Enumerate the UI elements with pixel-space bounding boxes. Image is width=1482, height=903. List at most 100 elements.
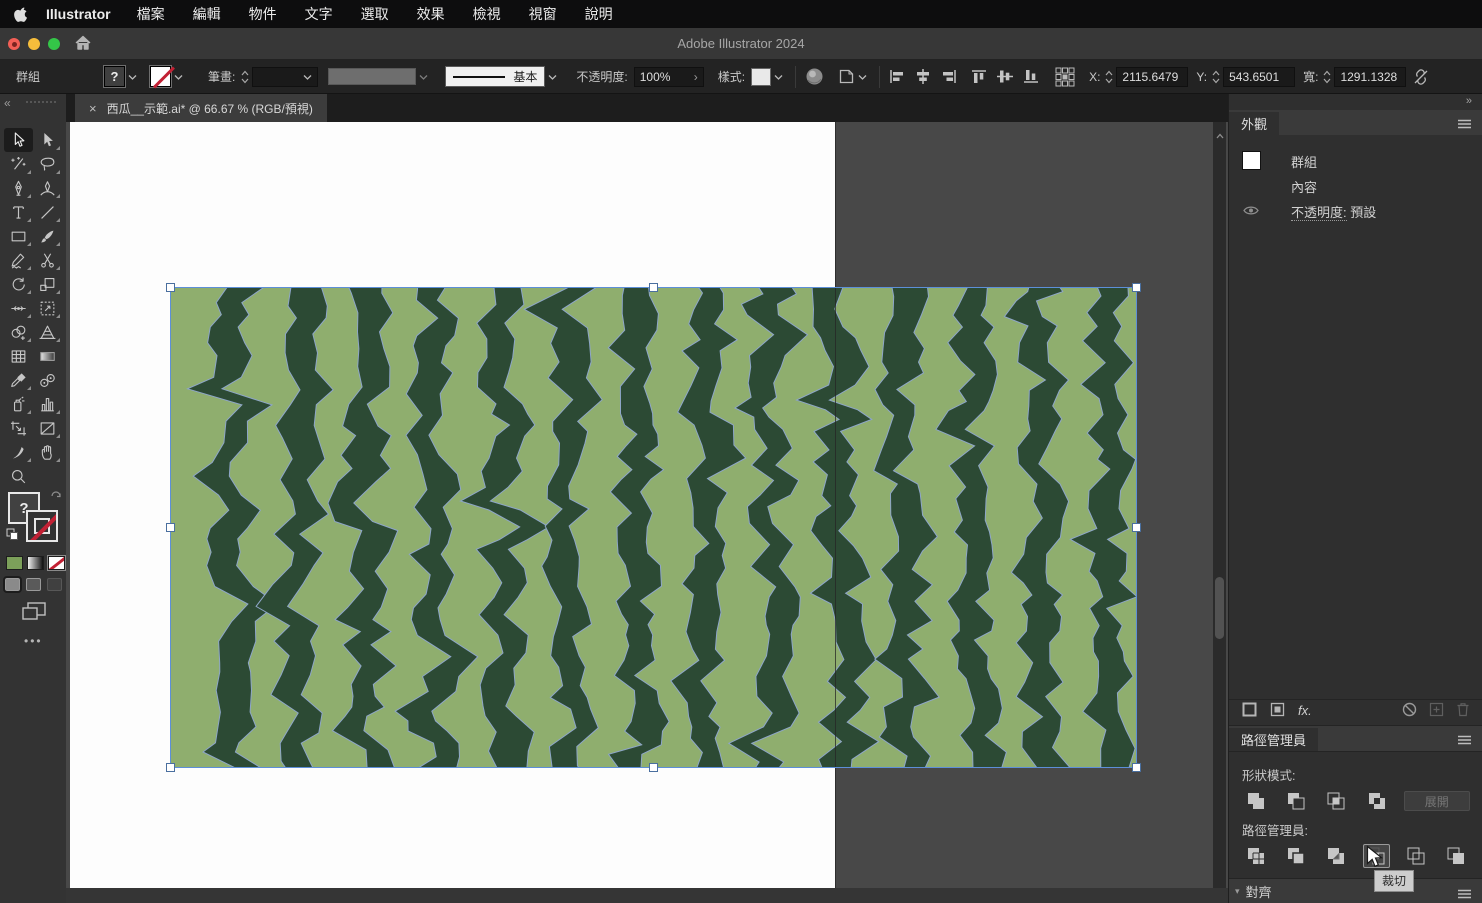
merge-button[interactable]	[1322, 844, 1349, 868]
scale-tool[interactable]	[33, 272, 62, 296]
document-setup-chevron[interactable]	[858, 70, 867, 84]
draw-normal-button[interactable]	[5, 578, 20, 591]
watermelon-pattern[interactable]	[170, 287, 1137, 768]
tab-pathfinder[interactable]: 路徑管理員	[1229, 728, 1318, 751]
visibility-eye-icon[interactable]	[1243, 204, 1259, 219]
fill-dropdown-chevron[interactable]	[128, 70, 137, 84]
hand-tool[interactable]	[33, 440, 62, 464]
default-fill-stroke-icon[interactable]	[6, 528, 19, 546]
fill-color-swatch[interactable]: ?	[104, 66, 125, 87]
menu-item-選取[interactable]: 選取	[361, 4, 389, 24]
zoom-tool[interactable]	[4, 464, 33, 488]
menu-item-編輯[interactable]: 編輯	[193, 4, 221, 24]
direct-selection-tool[interactable]	[33, 128, 62, 152]
align-top-icon[interactable]	[971, 69, 987, 84]
y-stepper[interactable]	[1212, 69, 1220, 85]
collapse-panels-icon[interactable]: »	[1466, 95, 1472, 107]
stroke-indicator[interactable]	[26, 510, 58, 542]
shape-builder-tool[interactable]	[4, 320, 33, 344]
appearance-row-contents[interactable]: 內容	[1229, 174, 1482, 199]
tab-align[interactable]: 對齊	[1246, 882, 1272, 901]
stroke-weight-stepper[interactable]	[241, 69, 249, 85]
width-profile-chevron[interactable]	[419, 70, 428, 84]
transform-grid-icon[interactable]	[1055, 67, 1075, 87]
appearance-row-group[interactable]: 群組	[1229, 149, 1482, 174]
appearance-menu-icon[interactable]	[1457, 117, 1472, 132]
handle-middle-right[interactable]	[1132, 523, 1141, 532]
trim-button[interactable]	[1282, 844, 1309, 868]
type-tool[interactable]	[4, 200, 33, 224]
handle-bottom-left[interactable]	[166, 763, 175, 772]
selected-artwork[interactable]	[170, 287, 1137, 768]
knife-tool[interactable]	[4, 440, 33, 464]
rectangle-tool[interactable]	[4, 224, 33, 248]
toolbar-grip[interactable]	[26, 101, 56, 104]
paintbrush-tool[interactable]	[33, 224, 62, 248]
line-segment-tool[interactable]	[33, 200, 62, 224]
recolor-artwork-icon[interactable]	[805, 67, 824, 86]
document-tab[interactable]: × 西瓜__示範.ai* @ 66.67 % (RGB/預視)	[75, 94, 327, 122]
lasso-tool[interactable]	[33, 152, 62, 176]
screen-mode-icon[interactable]	[22, 602, 46, 625]
menu-item-檢視[interactable]: 檢視	[473, 4, 501, 24]
align-left-icon[interactable]	[889, 69, 905, 84]
minus-back-button[interactable]	[1443, 844, 1470, 868]
menu-item-物件[interactable]: 物件	[249, 4, 277, 24]
brush-dropdown-chevron[interactable]	[548, 70, 557, 84]
symbol-sprayer-tool[interactable]	[4, 392, 33, 416]
add-effect-button[interactable]: fx.	[1298, 703, 1312, 718]
tab-appearance[interactable]: 外觀	[1229, 112, 1279, 135]
minus-front-button[interactable]	[1282, 789, 1309, 813]
opacity-menu-arrow[interactable]: ›	[694, 70, 698, 84]
handle-bottom-right[interactable]	[1132, 763, 1141, 772]
draw-inside-button[interactable]	[47, 578, 62, 591]
handle-middle-left[interactable]	[166, 523, 175, 532]
perspective-grid-tool[interactable]	[33, 320, 62, 344]
gradient-tool[interactable]	[33, 344, 62, 368]
swap-fill-stroke-icon[interactable]	[50, 490, 62, 505]
eyedropper-tool[interactable]	[4, 368, 33, 392]
menu-item-文字[interactable]: 文字	[305, 4, 333, 24]
tab-close-icon[interactable]: ×	[89, 101, 97, 116]
align-expand-icon[interactable]: ▾	[1235, 886, 1240, 897]
divide-button[interactable]	[1242, 844, 1269, 868]
x-field[interactable]: 2115.6479	[1116, 67, 1188, 87]
width-stepper[interactable]	[1323, 69, 1331, 85]
color-button[interactable]	[6, 556, 23, 570]
pen-tool[interactable]	[4, 176, 33, 200]
shaper-tool[interactable]	[4, 248, 33, 272]
selection-tool[interactable]	[4, 128, 33, 152]
width-tool[interactable]	[4, 296, 33, 320]
y-field[interactable]: 543.6501	[1223, 67, 1295, 87]
pathfinder-menu-icon[interactable]	[1457, 733, 1472, 748]
handle-top-center[interactable]	[649, 283, 658, 292]
handle-top-left[interactable]	[166, 283, 175, 292]
document-setup-icon[interactable]	[838, 68, 855, 85]
stroke-dropdown-chevron[interactable]	[174, 70, 183, 84]
vertical-scrollbar[interactable]	[1213, 122, 1226, 888]
intersect-button[interactable]	[1323, 789, 1350, 813]
handle-top-right[interactable]	[1132, 283, 1141, 292]
scissors-tool[interactable]	[33, 248, 62, 272]
rotate-tool[interactable]	[4, 272, 33, 296]
stroke-color-swatch[interactable]	[150, 66, 171, 87]
menu-item-檔案[interactable]: 檔案	[137, 4, 165, 24]
menu-item-效果[interactable]: 效果	[417, 4, 445, 24]
apple-menu[interactable]	[14, 6, 28, 22]
outline-button[interactable]	[1403, 844, 1430, 868]
edit-toolbar-icon[interactable]: •••	[24, 634, 43, 648]
add-fill-icon[interactable]	[1270, 702, 1285, 720]
clear-appearance-icon[interactable]	[1402, 702, 1417, 720]
add-stroke-icon[interactable]	[1242, 702, 1257, 720]
unite-button[interactable]	[1242, 789, 1269, 813]
menu-item-說明[interactable]: 說明	[585, 4, 613, 24]
stroke-weight-field[interactable]	[252, 67, 318, 87]
scroll-up-icon[interactable]	[1216, 126, 1224, 144]
constrain-proportions-icon[interactable]	[1412, 68, 1430, 86]
menu-app-name[interactable]: Illustrator	[46, 6, 111, 22]
duplicate-item-icon[interactable]	[1429, 702, 1444, 720]
mesh-tool[interactable]	[4, 344, 33, 368]
align-bottom-icon[interactable]	[1023, 69, 1039, 84]
appearance-row-opacity[interactable]: 不透明度: 預設	[1229, 199, 1482, 224]
draw-behind-button[interactable]	[26, 578, 41, 591]
